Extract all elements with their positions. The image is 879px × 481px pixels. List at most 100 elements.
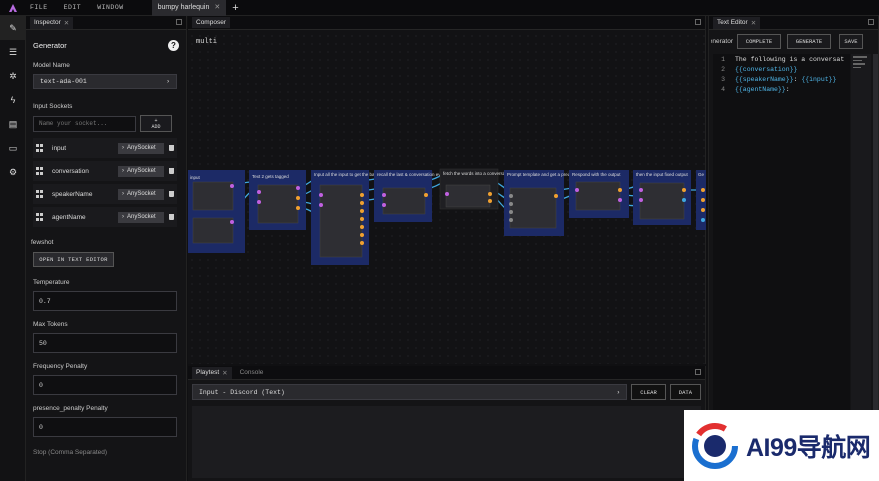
output-socket[interactable]	[296, 196, 300, 200]
input-select[interactable]: Input - Discord (Text) ›	[192, 384, 628, 400]
close-icon[interactable]: ✕	[751, 19, 756, 27]
bolt-icon[interactable]: ϟ	[0, 88, 26, 112]
graph-node[interactable]: then the input fixed output	[633, 170, 691, 225]
document-tab[interactable]: bumpy harlequin ✕	[151, 0, 227, 16]
code-editor[interactable]: 1 The following is a conversat 2 {{conversa…	[713, 54, 850, 414]
socket-type-select[interactable]: › AnySocket	[118, 188, 164, 200]
input-socket[interactable]	[382, 193, 386, 197]
input-socket[interactable]	[319, 193, 323, 197]
socket-type-select[interactable]: › AnySocket	[118, 142, 164, 154]
socket-row[interactable]: conversation › AnySocket	[33, 161, 177, 181]
input-socket[interactable]	[575, 188, 579, 192]
socket-row[interactable]: input › AnySocket	[33, 138, 177, 158]
model-select[interactable]: text-ada-001 ›	[33, 74, 177, 89]
trash-icon[interactable]	[169, 214, 174, 220]
output-socket[interactable]	[296, 206, 300, 210]
trash-icon[interactable]	[169, 168, 174, 174]
menu-edit[interactable]: EDIT	[64, 4, 82, 11]
drag-handle-icon[interactable]	[36, 190, 44, 198]
nodes-icon[interactable]: ✲	[0, 64, 26, 88]
trash-icon[interactable]	[169, 191, 174, 197]
frequency-penalty-field[interactable]: 0	[33, 375, 177, 395]
input-socket[interactable]	[509, 218, 513, 222]
input-socket[interactable]	[257, 200, 261, 204]
input-socket[interactable]	[509, 202, 513, 206]
input-socket[interactable]	[701, 198, 705, 202]
input-socket[interactable]	[382, 203, 386, 207]
output-socket[interactable]	[230, 220, 234, 224]
output-socket[interactable]	[682, 188, 686, 192]
book-icon[interactable]: ▤	[0, 112, 26, 136]
output-socket[interactable]	[424, 193, 428, 197]
input-socket[interactable]	[639, 188, 643, 192]
socket-name-input[interactable]: Name your socket...	[33, 115, 136, 132]
menu-file[interactable]: FILE	[30, 4, 48, 11]
socket-row[interactable]: agentName › AnySocket	[33, 207, 177, 227]
output-socket[interactable]	[360, 209, 364, 213]
code-line[interactable]: 1 The following is a conversat	[713, 54, 850, 64]
wrench-icon[interactable]: ✎	[0, 16, 26, 40]
graph-node[interactable]: Respond with the output	[569, 170, 629, 218]
open-in-text-editor-button[interactable]: OPEN IN TEXT EDITOR	[33, 252, 114, 267]
output-socket[interactable]	[360, 241, 364, 245]
presence-penalty-field[interactable]: 0	[33, 417, 177, 437]
close-icon[interactable]: ✕	[64, 19, 69, 27]
graph-node[interactable]: Text 2 gets tagged	[249, 170, 306, 230]
drag-handle-icon[interactable]	[36, 167, 44, 175]
composer-tab[interactable]: Composer	[192, 17, 230, 28]
input-socket[interactable]	[319, 203, 323, 207]
input-socket[interactable]	[509, 194, 513, 198]
maximize-icon[interactable]	[695, 369, 701, 375]
input-socket[interactable]	[701, 188, 705, 192]
drag-handle-icon[interactable]	[36, 213, 44, 221]
output-socket[interactable]	[296, 186, 300, 190]
drag-handle-icon[interactable]	[36, 144, 44, 152]
socket-row[interactable]: speakerName › AnySocket	[33, 184, 177, 204]
output-socket[interactable]	[360, 201, 364, 205]
terminal-icon[interactable]: ▭	[0, 136, 26, 160]
playtest-output-area[interactable]	[192, 406, 701, 478]
close-tab-icon[interactable]: ✕	[214, 0, 220, 16]
new-tab-button[interactable]: +	[232, 2, 238, 14]
graph-node[interactable]: input	[188, 170, 245, 253]
input-socket[interactable]	[445, 192, 449, 196]
editor-scrollbar[interactable]	[873, 54, 878, 414]
generate-button[interactable]: GENERATE	[787, 34, 831, 49]
input-socket[interactable]	[509, 210, 513, 214]
max-tokens-field[interactable]: 50	[33, 333, 177, 353]
input-socket[interactable]	[639, 198, 643, 202]
node-graph[interactable]: input Text 2 gets tagged Input all the i…	[188, 30, 706, 364]
output-socket[interactable]	[682, 198, 686, 202]
trash-icon[interactable]	[169, 145, 174, 151]
code-line[interactable]: 4 {{agentName}}:	[713, 84, 850, 94]
gear-icon[interactable]: ⚙	[0, 160, 26, 184]
list-icon[interactable]: ☰	[0, 40, 26, 64]
output-socket[interactable]	[554, 194, 558, 198]
output-socket[interactable]	[488, 199, 492, 203]
socket-type-select[interactable]: › AnySocket	[118, 211, 164, 223]
tab-playtest[interactable]: Playtest ✕	[192, 366, 232, 379]
output-socket[interactable]	[618, 198, 622, 202]
data-button[interactable]: DATA	[669, 384, 701, 400]
maximize-icon[interactable]	[868, 19, 874, 25]
close-icon[interactable]: ✕	[222, 369, 227, 377]
code-minimap[interactable]	[851, 54, 871, 414]
tab-console[interactable]: Console	[236, 367, 268, 378]
complete-button[interactable]: COMPLETE	[737, 34, 781, 49]
code-line[interactable]: 3 {{speakerName}}: {{input}}	[713, 74, 850, 84]
save-button[interactable]: SAVE	[839, 34, 863, 49]
output-socket[interactable]	[230, 184, 234, 188]
output-socket[interactable]	[360, 193, 364, 197]
socket-type-select[interactable]: › AnySocket	[118, 165, 164, 177]
maximize-icon[interactable]	[176, 19, 182, 25]
input-socket[interactable]	[701, 218, 705, 222]
output-socket[interactable]	[360, 233, 364, 237]
output-socket[interactable]	[488, 192, 492, 196]
input-socket[interactable]	[701, 208, 705, 212]
inspector-tab[interactable]: Inspector ✕	[30, 16, 74, 29]
graph-node[interactable]: Ge	[696, 170, 706, 230]
app-logo[interactable]	[0, 0, 26, 16]
help-icon[interactable]: ?	[168, 39, 179, 51]
temperature-field[interactable]: 0.7	[33, 291, 177, 311]
menu-window[interactable]: WINDOW	[97, 4, 123, 11]
